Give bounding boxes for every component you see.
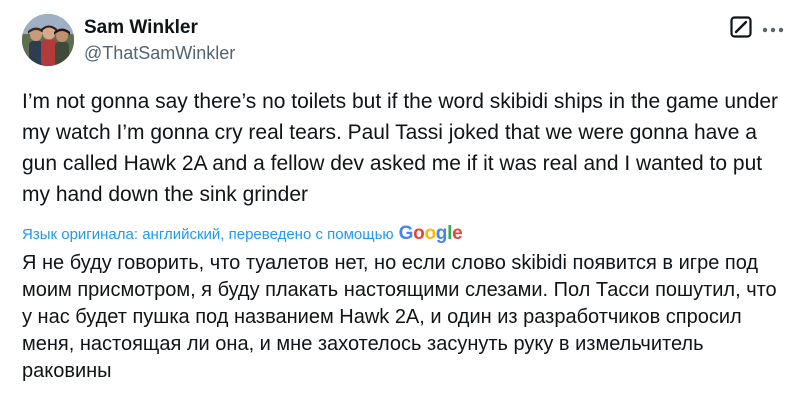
translation-note[interactable]: Язык оригинала: английский, переведено с…	[22, 222, 463, 246]
author-name[interactable]: Sam Winkler	[84, 17, 198, 39]
translated-text: Я не буду говорить, что туалетов нет, но…	[22, 252, 777, 382]
translation-note-label[interactable]: Язык оригинала: английский, переведено с…	[22, 226, 394, 243]
google-logo: Google	[399, 223, 463, 245]
grok-button[interactable]	[730, 16, 752, 38]
more-button[interactable]	[762, 22, 784, 33]
google-logo-letter: e	[452, 223, 463, 244]
google-logo-letter: G	[398, 223, 414, 244]
tweet-text: I’m not gonna say there’s no toilets but…	[22, 90, 779, 206]
google-logo-letter: o	[424, 223, 436, 244]
more-icon	[762, 27, 784, 33]
grok-icon	[730, 16, 752, 38]
tweet-header: Sam Winkler @ThatSamWinkler	[22, 14, 784, 70]
google-logo-letter: g	[435, 223, 448, 244]
google-logo-letter: o	[413, 223, 425, 244]
avatar-photo-icon	[22, 14, 74, 66]
avatar[interactable]	[22, 14, 74, 66]
author-handle[interactable]: @ThatSamWinkler	[84, 43, 235, 64]
